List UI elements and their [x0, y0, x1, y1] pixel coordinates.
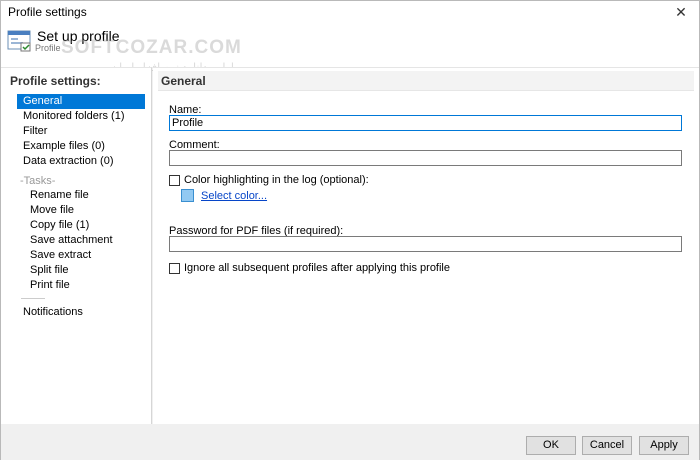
sidebar-item-save-extract[interactable]: Save extract: [17, 248, 145, 263]
dialog-header: Set up profile Profile SOFTCOZAR.COM اول…: [1, 23, 699, 74]
sidebar-item-filter[interactable]: Filter: [17, 124, 145, 139]
sidebar-header: Profile settings:: [10, 74, 101, 88]
ignore-subsequent-checkbox[interactable]: [169, 263, 180, 274]
color-highlight-label: Color highlighting in the log (optional)…: [184, 174, 369, 186]
sidebar-item-copy-file[interactable]: Copy file (1): [17, 218, 145, 233]
sidebar-item-print-file[interactable]: Print file: [17, 278, 145, 293]
general-settings-panel: General Name: Comment: Color highlightin…: [153, 67, 699, 424]
ok-button[interactable]: OK: [526, 436, 576, 455]
sidebar-divider: [21, 298, 45, 299]
sidebar-item-save-attachment[interactable]: Save attachment: [17, 233, 145, 248]
color-swatch: [181, 189, 194, 202]
profile-settings-icon: [7, 30, 31, 52]
select-color-link[interactable]: Select color...: [201, 190, 267, 202]
sidebar-item-monitored-folders[interactable]: Monitored folders (1): [17, 109, 145, 124]
apply-button[interactable]: Apply: [639, 436, 689, 455]
sidebar-item-move-file[interactable]: Move file: [17, 203, 145, 218]
sidebar-item-rename-file[interactable]: Rename file: [17, 188, 145, 203]
cancel-button[interactable]: Cancel: [582, 436, 632, 455]
sidebar-item-example-files[interactable]: Example files (0): [17, 139, 145, 154]
watermark: SOFTCOZAR.COM: [61, 37, 242, 58]
sidebar-item-notifications[interactable]: Notifications: [17, 305, 145, 320]
name-input[interactable]: [169, 115, 682, 131]
window-title: Profile settings: [8, 5, 87, 19]
pdf-password-input[interactable]: [169, 236, 682, 252]
sidebar-item-split-file[interactable]: Split file: [17, 263, 145, 278]
title-bar: Profile settings ✕: [1, 1, 699, 23]
section-title: General: [158, 71, 694, 91]
color-highlight-checkbox[interactable]: [169, 175, 180, 186]
header-subtitle: Profile: [35, 43, 61, 53]
comment-input[interactable]: [169, 150, 682, 166]
dialog-footer: OK Cancel Apply: [1, 424, 699, 460]
sidebar-tasks-header: -Tasks-: [20, 175, 56, 187]
settings-sidebar: Profile settings: General Monitored fold…: [1, 67, 152, 424]
profile-settings-window: Profile settings ✕ Set up profile Profil…: [0, 0, 700, 460]
close-icon[interactable]: ✕: [673, 4, 689, 20]
sidebar-item-data-extraction[interactable]: Data extraction (0): [17, 154, 145, 169]
ignore-subsequent-label: Ignore all subsequent profiles after app…: [184, 262, 450, 274]
sidebar-item-general[interactable]: General: [17, 94, 145, 109]
